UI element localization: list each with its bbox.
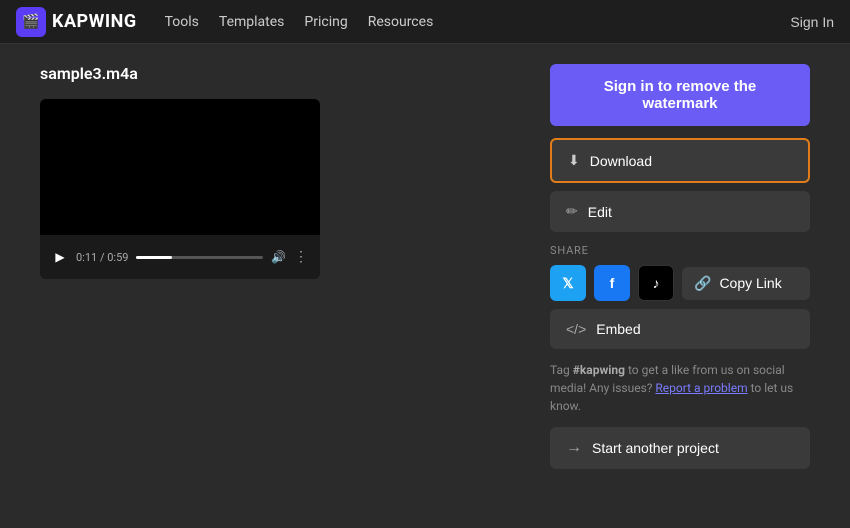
video-player: ▶ 0:11 / 0:59 🔊 ⋮ [40,99,320,279]
logo-text: KAPWING [52,11,137,32]
file-title: sample3.m4a [40,64,510,83]
nav: Tools Templates Pricing Resources [165,14,791,30]
time-display: 0:11 / 0:59 [76,251,128,264]
video-controls: ▶ 0:11 / 0:59 🔊 ⋮ [40,235,320,279]
share-label: SHARE [550,244,810,257]
edit-button[interactable]: ✏ Edit [550,191,810,232]
twitter-button[interactable]: 𝕏 [550,265,586,301]
report-link[interactable]: Report a problem [655,381,747,395]
copy-link-button[interactable]: 🔗 Copy Link [682,267,810,300]
nav-resources[interactable]: Resources [368,14,434,30]
sign-in-button[interactable]: Sign In [790,14,834,30]
more-options-button[interactable]: ⋮ [294,249,308,265]
facebook-button[interactable]: f [594,265,630,301]
arrow-icon: → [566,439,582,457]
tiktok-button[interactable]: ♪ [638,265,674,301]
share-row: 𝕏 f ♪ 🔗 Copy Link [550,265,810,301]
hashtag: #kapwing [573,363,625,377]
watermark-button[interactable]: Sign in to remove the watermark [550,64,810,126]
play-button[interactable]: ▶ [52,249,68,265]
left-panel: sample3.m4a ▶ 0:11 / 0:59 🔊 ⋮ [40,64,510,508]
nav-tools[interactable]: Tools [165,14,199,30]
embed-icon: </> [566,321,586,337]
nav-templates[interactable]: Templates [219,14,285,30]
main-content: sample3.m4a ▶ 0:11 / 0:59 🔊 ⋮ Sign in to… [0,44,850,528]
right-panel: Sign in to remove the watermark ⬇ Downlo… [550,64,810,508]
download-icon: ⬇ [568,152,580,169]
logo-area: 🎬 KAPWING [16,7,137,37]
progress-bar[interactable] [136,256,263,259]
edit-icon: ✏ [566,203,578,220]
nav-pricing[interactable]: Pricing [304,14,347,30]
progress-fill [136,256,171,259]
header: 🎬 KAPWING Tools Templates Pricing Resour… [0,0,850,44]
embed-button[interactable]: </> Embed [550,309,810,349]
volume-button[interactable]: 🔊 [271,250,286,264]
video-display [40,99,320,235]
logo-icon: 🎬 [16,7,46,37]
link-icon: 🔗 [694,275,711,292]
tag-text: Tag #kapwing to get a like from us on so… [550,361,810,415]
start-project-button[interactable]: → Start another project [550,427,810,469]
download-button[interactable]: ⬇ Download [550,138,810,183]
